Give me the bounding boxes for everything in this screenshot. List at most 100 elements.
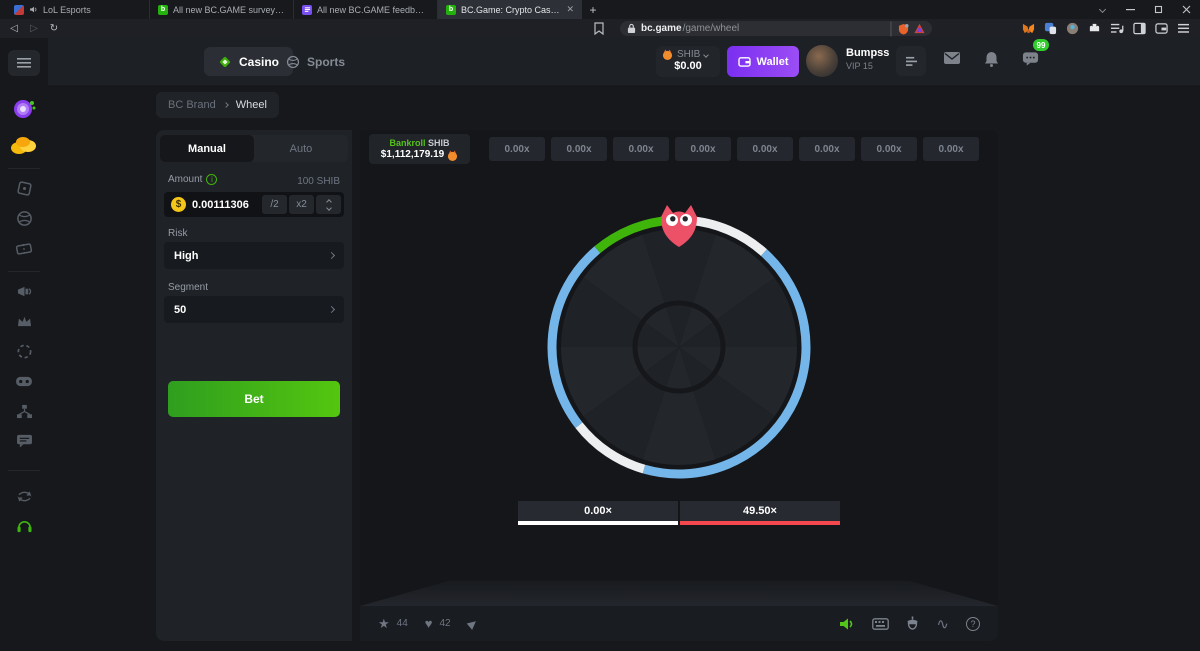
- sidebar-toggle-button[interactable]: [8, 50, 40, 76]
- history-multiplier-button[interactable]: 0.00x: [923, 137, 979, 161]
- sidebar-item-lottery[interactable]: [4, 94, 44, 124]
- history-multiplier-button[interactable]: 0.00x: [799, 137, 855, 161]
- new-tab-button[interactable]: +: [582, 0, 604, 19]
- sports-nav-button[interactable]: Sports: [276, 47, 355, 76]
- bankroll-label: Bankroll: [389, 138, 425, 148]
- wallet-button[interactable]: Wallet: [727, 46, 799, 77]
- amount-stepper[interactable]: [316, 195, 341, 214]
- side-panel-icon[interactable]: [1133, 22, 1146, 35]
- inbox-icon[interactable]: [943, 51, 961, 65]
- sidebar-item-forum[interactable]: [4, 426, 44, 456]
- tab-audio-icon: [29, 5, 38, 14]
- user-avatar[interactable]: [806, 45, 838, 77]
- extensions-puzzle-icon[interactable]: [1088, 22, 1101, 35]
- tab-title: BC.Game: Crypto Casino Games &: [461, 5, 561, 15]
- url-domain: bc.game: [641, 23, 682, 34]
- playlist-ext-icon[interactable]: [1110, 22, 1124, 35]
- live-stats-icon[interactable]: ∿: [936, 615, 949, 633]
- avatar-ext-icon[interactable]: [1066, 22, 1079, 35]
- lock-icon: [627, 23, 636, 34]
- sidebar-item-affiliate[interactable]: [4, 396, 44, 426]
- url-bar[interactable]: bc.game/game/wheel |: [620, 21, 932, 36]
- sidebar-item-sports[interactable]: [4, 203, 44, 233]
- forward-button[interactable]: ▷: [24, 23, 44, 34]
- restore-button[interactable]: [1144, 0, 1172, 19]
- feedback-favicon-icon: [302, 5, 312, 15]
- window-controls: [1088, 0, 1200, 19]
- chevron-up-icon: [326, 199, 332, 205]
- swap-arrows-icon: [16, 490, 33, 503]
- like-heart-icon[interactable]: ♥: [425, 616, 433, 631]
- help-icon[interactable]: ?: [966, 617, 980, 631]
- vip-level: VIP 15: [846, 61, 889, 71]
- seed-acorn-icon[interactable]: [906, 616, 919, 631]
- result-item: 49.50×: [680, 501, 840, 525]
- adblock-shield-icon[interactable]: [898, 23, 909, 35]
- amount-input[interactable]: $ 0.00111306 /2 x2: [164, 192, 344, 217]
- translate-ext-icon[interactable]: [1044, 22, 1057, 35]
- info-icon[interactable]: i: [206, 174, 217, 185]
- chevron-down-icon: [326, 205, 332, 211]
- user-meta[interactable]: Bumpss VIP 15: [846, 47, 889, 71]
- sidebar-item-rewards[interactable]: [4, 130, 44, 160]
- history-multiplier-button[interactable]: 0.00x: [861, 137, 917, 161]
- tab-bcgame-active[interactable]: b BC.Game: Crypto Casino Games & ✕: [438, 0, 582, 19]
- result-multiplier: 0.00×: [518, 501, 678, 521]
- segment-select[interactable]: 50: [164, 296, 344, 323]
- chat-unread-badge: 99: [1033, 39, 1049, 51]
- history-multiplier-button[interactable]: 0.00x: [675, 137, 731, 161]
- double-bet-button[interactable]: x2: [289, 195, 314, 214]
- tab-manual[interactable]: Manual: [160, 135, 254, 162]
- favorite-star-icon[interactable]: ★: [378, 616, 390, 632]
- history-multiplier-button[interactable]: 0.00x: [489, 137, 545, 161]
- lol-favicon-icon: [14, 5, 24, 15]
- sidebar-item-support[interactable]: [4, 511, 44, 541]
- tab-close-icon[interactable]: ✕: [566, 4, 574, 15]
- likes-count: 42: [440, 618, 451, 629]
- history-multiplier-button[interactable]: 0.00x: [613, 137, 669, 161]
- share-icon[interactable]: ▶: [464, 616, 479, 631]
- history-multiplier-button[interactable]: 0.00x: [551, 137, 607, 161]
- currency-balance: $0.00: [662, 60, 714, 72]
- result-multiplier: 49.50×: [680, 501, 840, 521]
- sidebar-item-vip[interactable]: [4, 306, 44, 336]
- bookmark-icon[interactable]: [593, 22, 605, 35]
- wallet-ext-icon[interactable]: [1155, 22, 1168, 35]
- chat-icon[interactable]: [1022, 51, 1039, 66]
- vip-progress-button[interactable]: [896, 46, 926, 76]
- half-bet-button[interactable]: /2: [262, 195, 287, 214]
- history-multiplier-button[interactable]: 0.00x: [737, 137, 793, 161]
- sidebar-item-swap[interactable]: [4, 481, 44, 511]
- bankroll-box: Bankroll SHIB $1,112,179.19: [369, 134, 470, 164]
- notifications-bell-icon[interactable]: [984, 51, 999, 67]
- sidebar-item-promotions[interactable]: [4, 276, 44, 306]
- back-button[interactable]: ◁: [4, 23, 24, 34]
- browser-menu-chevron-icon[interactable]: [1088, 0, 1116, 19]
- username: Bumpss: [846, 47, 889, 59]
- risk-select[interactable]: High: [164, 242, 344, 269]
- sports-label: Sports: [307, 55, 345, 69]
- sidebar-item-casino[interactable]: [4, 173, 44, 203]
- currency-selector[interactable]: SHIB $0.00: [656, 46, 720, 77]
- sidebar-item-bonus[interactable]: [4, 336, 44, 366]
- warning-triangle-icon[interactable]: [914, 23, 925, 34]
- breadcrumb-parent-link[interactable]: BC Brand: [168, 99, 216, 111]
- tab-bcgame-feedback[interactable]: All new BC.GAME feedback: [294, 0, 438, 19]
- sidebar-item-lottery-tickets[interactable]: [4, 233, 44, 263]
- amount-label: Amounti: [168, 174, 217, 185]
- tab-bcgame-survey[interactable]: b All new BC.GAME survey & feedback r: [150, 0, 294, 19]
- metamask-icon[interactable]: [1022, 22, 1035, 35]
- hotkeys-keyboard-icon[interactable]: [872, 618, 889, 630]
- reload-button[interactable]: ↻: [44, 23, 64, 34]
- sidebar-item-games[interactable]: [4, 366, 44, 396]
- hamburger-icon: [17, 58, 31, 68]
- minimize-button[interactable]: [1116, 0, 1144, 19]
- close-window-button[interactable]: [1172, 0, 1200, 19]
- browser-menu-icon[interactable]: [1177, 23, 1190, 34]
- tab-auto[interactable]: Auto: [254, 135, 348, 162]
- basketball-icon: [16, 210, 33, 227]
- bet-button[interactable]: Bet: [168, 381, 340, 417]
- bet-panel: Manual Auto Amounti 100 SHIB $ 0.0011130…: [156, 130, 352, 641]
- sound-on-icon[interactable]: [839, 617, 855, 631]
- tab-lol-esports[interactable]: LoL Esports: [6, 0, 150, 19]
